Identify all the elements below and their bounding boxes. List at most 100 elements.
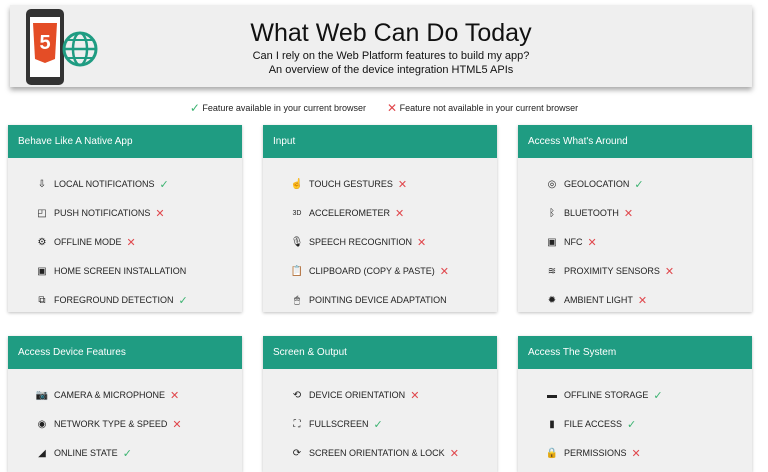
cross-icon: ✕ <box>155 207 165 220</box>
section-card: Access Device Features 📷 CAMERA & MICROPHO… <box>8 336 242 472</box>
page-title: What Web Can Do Today <box>250 19 532 47</box>
cross-icon: ✕ <box>170 389 180 402</box>
feature-label: FOREGROUND DETECTION <box>54 295 174 305</box>
clipboard-icon: 📋 <box>290 265 304 277</box>
feature-link[interactable]: ◢ ONLINE STATE ✓ <box>36 446 132 460</box>
feature-label: PROXIMITY SENSORS <box>564 266 660 276</box>
feature-link[interactable]: ▣ HOME SCREEN INSTALLATION <box>36 264 186 278</box>
cross-icon: ✕ <box>397 178 408 191</box>
feature-label: PUSH NOTIFICATIONS <box>54 208 151 218</box>
cross-icon: ✕ <box>172 418 182 431</box>
section-card: Screen & Output ⟲ DEVICE ORIENTATION ✕ ⛶ FULL… <box>263 336 497 472</box>
wifi-icon: ◉ <box>37 418 47 430</box>
feature-link[interactable]: ⚙ OFFLINE MODE ✕ <box>36 235 136 249</box>
touch-icon: ☝ <box>290 178 304 190</box>
feature-label: BLUETOOTH <box>564 208 619 218</box>
feature-link[interactable]: ◰ PUSH NOTIFICATIONS ✕ <box>36 206 165 220</box>
microphone-icon: 🎙 <box>290 236 304 248</box>
feature-link[interactable]: ☝ TOUCH GESTURES ✕ <box>291 177 407 191</box>
feature-link[interactable]: 🖱 POINTING DEVICE ADAPTATION <box>291 293 447 307</box>
mouse-icon: 🖱 <box>294 294 300 306</box>
section-title: Access Device Features <box>8 336 242 369</box>
check-icon: ✓ <box>634 178 644 191</box>
feature-link[interactable]: ⛶ FULLSCREEN ✓ <box>291 417 383 431</box>
feature-label: LOCAL NOTIFICATIONS <box>54 179 155 189</box>
check-icon: ✓ <box>373 418 383 431</box>
foreground-icon: ⧉ <box>38 294 46 306</box>
feature-link[interactable]: 📷 CAMERA & MICROPHONE ✕ <box>36 388 179 402</box>
bluetooth-icon: ᛒ <box>549 207 555 219</box>
feature-label: CLIPBOARD (COPY & PASTE) <box>309 266 435 276</box>
section-card: Access The System ▬ OFFLINE STORAGE ✓ ▮ FILE … <box>518 336 752 472</box>
feature-label: ONLINE STATE <box>54 448 118 458</box>
section-title: Behave Like A Native App <box>8 125 242 158</box>
section-title: Input <box>263 125 497 158</box>
signal-icon: ◢ <box>38 447 46 459</box>
notification-icon: ⇩ <box>37 178 47 190</box>
install-icon: ▣ <box>37 265 47 277</box>
camera-icon: 📷 <box>35 389 49 401</box>
cross-icon: ✕ <box>631 447 641 460</box>
feature-label: NETWORK TYPE & SPEED <box>54 419 168 429</box>
feature-label: OFFLINE STORAGE <box>564 390 649 400</box>
feature-label: FILE ACCESS <box>564 419 623 429</box>
fullscreen-icon: ⛶ <box>293 418 301 430</box>
feature-link[interactable]: ◉ NETWORK TYPE & SPEED ✕ <box>36 417 182 431</box>
feature-link[interactable]: ▬ OFFLINE STORAGE ✓ <box>546 388 663 402</box>
offline-icon: ⚙ <box>37 236 47 248</box>
accelerometer-icon: 3D <box>292 209 302 217</box>
page-subtitle-secondary: An overview of the device integration HT… <box>268 64 514 76</box>
feature-label: ACCELEROMETER <box>309 208 391 218</box>
proximity-icon: ≋ <box>547 265 557 277</box>
feature-label: POINTING DEVICE ADAPTATION <box>309 295 447 305</box>
cross-icon: ✕ <box>395 207 405 220</box>
cross-icon: ✕ <box>587 236 597 249</box>
check-icon: ✓ <box>653 389 663 402</box>
feature-link[interactable]: 3D ACCELEROMETER ✕ <box>291 206 405 220</box>
feature-link[interactable]: ⧉ FOREGROUND DETECTION ✓ <box>36 293 188 307</box>
check-icon: ✓ <box>122 447 132 460</box>
feature-label: GEOLOCATION <box>564 179 630 189</box>
feature-link[interactable]: ⟲ DEVICE ORIENTATION ✕ <box>291 388 420 402</box>
feature-link[interactable]: ⟳ SCREEN ORIENTATION & LOCK ✕ <box>291 446 459 460</box>
cross-icon: ✕ <box>637 294 648 307</box>
check-icon: ✓ <box>159 178 169 191</box>
feature-link[interactable]: 📋 CLIPBOARD (COPY & PASTE) ✕ <box>291 264 449 278</box>
section-title: Access The System <box>518 336 752 369</box>
check-icon: ✓ <box>627 418 637 431</box>
cross-icon: ✕ <box>417 236 427 249</box>
feature-label: AMBIENT LIGHT <box>564 295 633 305</box>
feature-link[interactable]: ◎ GEOLOCATION ✓ <box>546 177 644 191</box>
feature-link[interactable]: 🎙 SPEECH RECOGNITION ✕ <box>290 235 427 249</box>
cross-icon: ✕ <box>623 207 634 220</box>
cross-icon: ✕ <box>439 265 449 278</box>
feature-link[interactable]: ᛒ BLUETOOTH ✕ <box>546 206 633 220</box>
feature-link[interactable]: ▮ FILE ACCESS ✓ <box>546 417 636 431</box>
orientation-icon: ⟲ <box>292 389 302 401</box>
legend: ✓ Feature available in your current brow… <box>0 101 768 115</box>
feature-label: NFC <box>564 237 583 247</box>
feature-link[interactable]: ✹ AMBIENT LIGHT ✕ <box>546 293 647 307</box>
feature-link[interactable]: 🔒 PERMISSIONS ✕ <box>546 446 641 460</box>
section-title: Access What's Around <box>518 125 752 158</box>
nfc-icon: ▣ <box>547 236 557 248</box>
section-title: Screen & Output <box>263 336 497 369</box>
feature-label: SCREEN ORIENTATION & LOCK <box>309 448 445 458</box>
page-header: 5 What Web Can Do Today Can I rely on th… <box>10 5 752 87</box>
feature-link[interactable]: ▣ NFC ✕ <box>546 235 597 249</box>
light-icon: ✹ <box>547 294 557 306</box>
section-card: Input ☝ TOUCH GESTURES ✕ 3D ACCELEROMETER ✕ 🎙 SP… <box>263 125 497 312</box>
cast-icon: ◰ <box>37 207 47 219</box>
lock-icon: 🔒 <box>545 447 559 459</box>
feature-link[interactable]: ≋ PROXIMITY SENSORS ✕ <box>546 264 674 278</box>
cross-icon: ✕ <box>664 265 675 278</box>
check-icon: ✓ <box>178 294 188 307</box>
section-card: Access What's Around ◎ GEOLOCATION ✓ ᛒ BLUETO… <box>518 125 752 312</box>
feature-label: SPEECH RECOGNITION <box>309 237 413 247</box>
feature-label: DEVICE ORIENTATION <box>309 390 406 400</box>
legend-unavailable: Feature not available in your current br… <box>399 103 579 113</box>
feature-link[interactable]: ⇩ LOCAL NOTIFICATIONS ✓ <box>36 177 169 191</box>
legend-available: Feature available in your current browse… <box>202 103 366 113</box>
section-card: Behave Like A Native App ⇩ LOCAL NOTIFICAT… <box>8 125 242 312</box>
page-subtitle: Can I rely on the Web Platform features … <box>252 50 530 62</box>
